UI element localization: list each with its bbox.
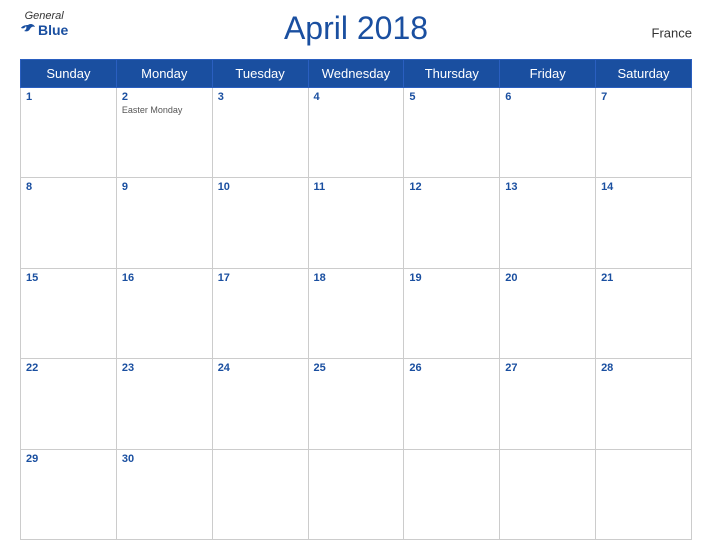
calendar-cell: 25 <box>308 359 404 449</box>
calendar-cell: 4 <box>308 88 404 178</box>
calendar-cell: 30 <box>116 449 212 539</box>
calendar-cell: 5 <box>404 88 500 178</box>
weekday-header-row: SundayMondayTuesdayWednesdayThursdayFrid… <box>21 60 692 88</box>
calendar-cell <box>596 449 692 539</box>
calendar-cell <box>212 449 308 539</box>
calendar-cell: 13 <box>500 178 596 268</box>
calendar-cell: 3 <box>212 88 308 178</box>
day-number: 4 <box>314 91 399 103</box>
day-number: 9 <box>122 181 207 193</box>
weekday-header-monday: Monday <box>116 60 212 88</box>
calendar-cell: 18 <box>308 268 404 358</box>
week-row-1: 12 Easter Monday 34567 <box>21 88 692 178</box>
calendar-cell: 6 <box>500 88 596 178</box>
calendar-cell <box>500 449 596 539</box>
logo: General Blue <box>20 10 68 38</box>
weekday-header-tuesday: Tuesday <box>212 60 308 88</box>
day-number: 14 <box>601 181 686 193</box>
calendar-cell: 21 <box>596 268 692 358</box>
calendar-cell: 14 <box>596 178 692 268</box>
calendar-cell: 10 <box>212 178 308 268</box>
calendar-cell: 20 <box>500 268 596 358</box>
day-number: 11 <box>314 181 399 193</box>
calendar-cell: 19 <box>404 268 500 358</box>
day-number: 8 <box>26 181 111 193</box>
calendar-cell: 11 <box>308 178 404 268</box>
calendar-cell: 23 <box>116 359 212 449</box>
week-row-2: 89 10 11 12 13 14 <box>21 178 692 268</box>
logo-general: General <box>25 10 64 22</box>
day-number: 30 <box>122 453 207 465</box>
day-number: 29 <box>26 453 111 465</box>
day-number: 22 <box>26 362 111 374</box>
calendar-cell: 7 <box>596 88 692 178</box>
calendar-cell: 16 <box>116 268 212 358</box>
week-row-3: 15 16 17 18 19 20 21 <box>21 268 692 358</box>
day-number: 12 <box>409 181 494 193</box>
calendar-cell: 28 <box>596 359 692 449</box>
calendar-cell: 26 <box>404 359 500 449</box>
day-number: 19 <box>409 272 494 284</box>
calendar-header: General Blue April 2018 France <box>20 10 692 55</box>
calendar-cell <box>404 449 500 539</box>
day-number: 18 <box>314 272 399 284</box>
calendar-cell: 2 Easter Monday <box>116 88 212 178</box>
calendar-cell: 1 <box>21 88 117 178</box>
calendar-cell: 15 <box>21 268 117 358</box>
calendar-cell: 12 <box>404 178 500 268</box>
holiday-label: Easter Monday <box>122 105 207 115</box>
day-number: 5 <box>409 91 494 103</box>
bird-icon <box>20 23 36 37</box>
day-number: 3 <box>218 91 303 103</box>
calendar-cell: 17 <box>212 268 308 358</box>
calendar-title: April 2018 <box>284 10 428 47</box>
weekday-header-wednesday: Wednesday <box>308 60 404 88</box>
day-number: 13 <box>505 181 590 193</box>
week-row-4: 22 23 24 25 26 27 28 <box>21 359 692 449</box>
day-number: 27 <box>505 362 590 374</box>
day-number: 28 <box>601 362 686 374</box>
calendar-cell <box>308 449 404 539</box>
calendar-cell: 27 <box>500 359 596 449</box>
day-number: 1 <box>26 91 111 103</box>
calendar-cell: 29 <box>21 449 117 539</box>
day-number: 21 <box>601 272 686 284</box>
day-number: 23 <box>122 362 207 374</box>
calendar-cell: 22 <box>21 359 117 449</box>
calendar-cell: 24 <box>212 359 308 449</box>
day-number: 16 <box>122 272 207 284</box>
day-number: 26 <box>409 362 494 374</box>
day-number: 17 <box>218 272 303 284</box>
weekday-header-thursday: Thursday <box>404 60 500 88</box>
country-label: France <box>652 25 692 40</box>
day-number: 6 <box>505 91 590 103</box>
calendar-cell: 9 <box>116 178 212 268</box>
day-number: 20 <box>505 272 590 284</box>
weekday-header-sunday: Sunday <box>21 60 117 88</box>
calendar-cell: 8 <box>21 178 117 268</box>
day-number: 10 <box>218 181 303 193</box>
week-row-5: 29 30 <box>21 449 692 539</box>
weekday-header-saturday: Saturday <box>596 60 692 88</box>
day-number: 24 <box>218 362 303 374</box>
logo-blue: Blue <box>20 22 68 38</box>
weekday-header-friday: Friday <box>500 60 596 88</box>
day-number: 2 <box>122 91 207 103</box>
calendar-table: SundayMondayTuesdayWednesdayThursdayFrid… <box>20 59 692 540</box>
day-number: 15 <box>26 272 111 284</box>
day-number: 25 <box>314 362 399 374</box>
day-number: 7 <box>601 91 686 103</box>
